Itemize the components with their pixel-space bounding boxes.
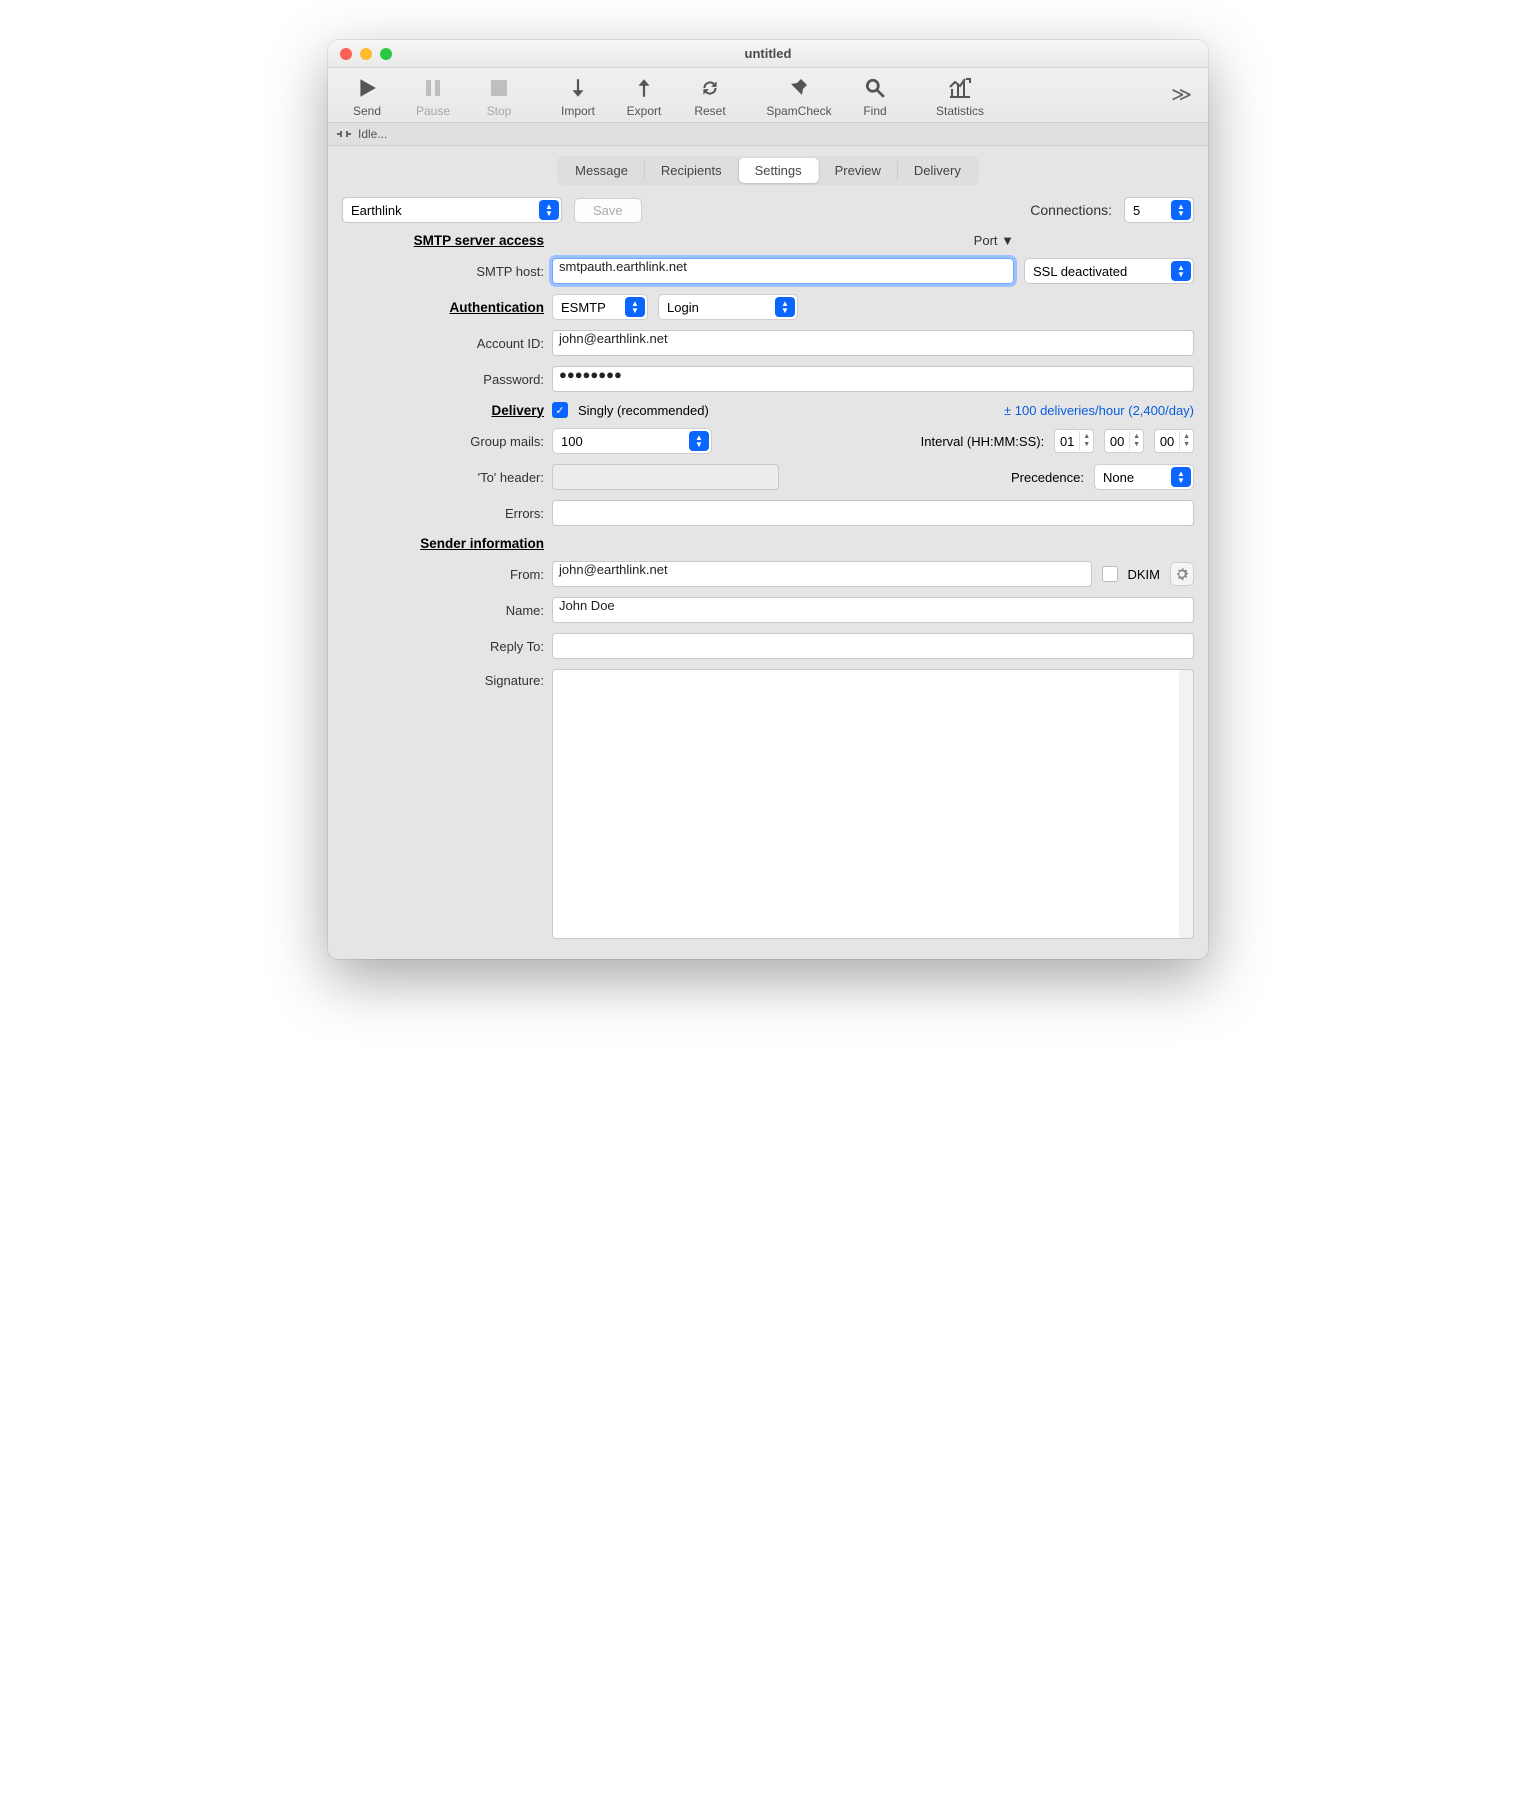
spamcheck-button[interactable]: SpamCheck	[760, 74, 838, 118]
window-close-button[interactable]	[340, 48, 352, 60]
connections-label: Connections:	[1030, 202, 1112, 218]
arrow-down-icon	[562, 74, 594, 102]
gear-icon	[1175, 567, 1189, 581]
titlebar: untitled	[328, 40, 1208, 68]
section-sender: Sender information	[342, 536, 552, 551]
smtp-host-input[interactable]: smtpauth.earthlink.net	[552, 258, 1014, 284]
singly-label: Singly (recommended)	[578, 403, 709, 418]
import-button[interactable]: Import	[549, 74, 607, 118]
chevron-updown-icon: ▲▼	[539, 200, 559, 220]
chevron-updown-icon: ▲▼	[689, 431, 709, 451]
precedence-label: Precedence:	[1011, 470, 1084, 485]
window-maximize-button[interactable]	[380, 48, 392, 60]
toolbar-overflow-button[interactable]: ≫	[1165, 74, 1198, 107]
stop-icon	[483, 74, 515, 102]
account-id-input[interactable]: john@earthlink.net	[552, 330, 1194, 356]
stepper-arrows-icon: ▲▼	[1079, 431, 1093, 451]
pause-button[interactable]: Pause	[404, 74, 462, 118]
section-delivery: Delivery	[342, 403, 552, 418]
ssl-select[interactable]: SSL deactivated ▲▼	[1024, 258, 1194, 284]
plug-icon	[336, 128, 352, 140]
app-window: untitled Send Pause Stop Import	[328, 40, 1208, 959]
from-label: From:	[342, 567, 552, 582]
broom-icon	[783, 74, 815, 102]
reply-to-input[interactable]	[552, 633, 1194, 659]
stepper-arrows-icon: ▲▼	[1179, 431, 1193, 451]
errors-label: Errors:	[342, 506, 552, 521]
signature-textarea[interactable]	[552, 669, 1194, 939]
section-smtp: SMTP server access	[342, 233, 552, 248]
errors-input[interactable]	[552, 500, 1194, 526]
account-id-label: Account ID:	[342, 336, 552, 351]
tab-settings[interactable]: Settings	[739, 158, 819, 183]
name-input[interactable]: John Doe	[552, 597, 1194, 623]
stepper-arrows-icon: ▲▼	[1129, 431, 1143, 451]
to-header-input[interactable]	[552, 464, 779, 490]
reply-to-label: Reply To:	[342, 639, 552, 654]
precedence-select[interactable]: None ▲▼	[1094, 464, 1194, 490]
name-label: Name:	[342, 603, 552, 618]
interval-mm-stepper[interactable]: 00▲▼	[1104, 429, 1144, 453]
window-minimize-button[interactable]	[360, 48, 372, 60]
statistics-button[interactable]: Statistics	[925, 74, 995, 118]
play-icon	[351, 74, 383, 102]
to-header-label: 'To' header:	[342, 470, 552, 485]
chevron-updown-icon: ▲▼	[775, 297, 795, 317]
delivery-rate-link[interactable]: ± 100 deliveries/hour (2,400/day)	[1004, 403, 1194, 418]
window-title: untitled	[328, 46, 1208, 61]
stop-button[interactable]: Stop	[470, 74, 528, 118]
password-input[interactable]: ●●●●●●●●	[552, 366, 1194, 392]
chevron-updown-icon: ▲▼	[1171, 261, 1191, 281]
dkim-settings-button[interactable]	[1170, 562, 1194, 586]
tab-message[interactable]: Message	[559, 158, 645, 183]
status-text: Idle...	[358, 127, 387, 141]
port-dropdown[interactable]: Port ▼	[974, 233, 1014, 248]
tab-recipients[interactable]: Recipients	[645, 158, 739, 183]
tab-delivery[interactable]: Delivery	[898, 158, 977, 183]
connections-select[interactable]: 5 ▲▼	[1124, 197, 1194, 223]
interval-hh-stepper[interactable]: 01▲▼	[1054, 429, 1094, 453]
from-input[interactable]: john@earthlink.net	[552, 561, 1092, 587]
tab-bar: Message Recipients Settings Preview Deli…	[328, 146, 1208, 193]
smtp-host-label: SMTP host:	[342, 264, 552, 279]
send-button[interactable]: Send	[338, 74, 396, 118]
reset-button[interactable]: Reset	[681, 74, 739, 118]
chevron-updown-icon: ▲▼	[1171, 467, 1191, 487]
dkim-checkbox[interactable]	[1102, 566, 1118, 582]
export-button[interactable]: Export	[615, 74, 673, 118]
interval-label: Interval (HH:MM:SS):	[921, 434, 1045, 449]
search-icon	[859, 74, 891, 102]
profile-select[interactable]: Earthlink ▲▼	[342, 197, 562, 223]
toolbar: Send Pause Stop Import Export	[328, 68, 1208, 123]
chart-icon	[944, 74, 976, 102]
status-bar: Idle...	[328, 123, 1208, 146]
auth-method-select[interactable]: Login ▲▼	[658, 294, 798, 320]
pause-icon	[417, 74, 449, 102]
auth-type-select[interactable]: ESMTP ▲▼	[552, 294, 648, 320]
dkim-label: DKIM	[1128, 567, 1161, 582]
chevron-updown-icon: ▲▼	[625, 297, 645, 317]
group-mails-select[interactable]: 100 ▲▼	[552, 428, 712, 454]
profile-value: Earthlink	[351, 203, 402, 218]
refresh-icon	[694, 74, 726, 102]
find-button[interactable]: Find	[846, 74, 904, 118]
section-auth: Authentication	[342, 300, 552, 315]
settings-panel: Earthlink ▲▼ Save Connections: 5 ▲▼ SMTP…	[328, 193, 1208, 959]
chevron-updown-icon: ▲▼	[1171, 200, 1191, 220]
singly-checkbox[interactable]: ✓	[552, 402, 568, 418]
tab-preview[interactable]: Preview	[819, 158, 898, 183]
group-mails-label: Group mails:	[342, 434, 552, 449]
arrow-up-icon	[628, 74, 660, 102]
password-label: Password:	[342, 372, 552, 387]
save-button[interactable]: Save	[574, 198, 642, 223]
signature-label: Signature:	[342, 669, 552, 688]
interval-ss-stepper[interactable]: 00▲▼	[1154, 429, 1194, 453]
